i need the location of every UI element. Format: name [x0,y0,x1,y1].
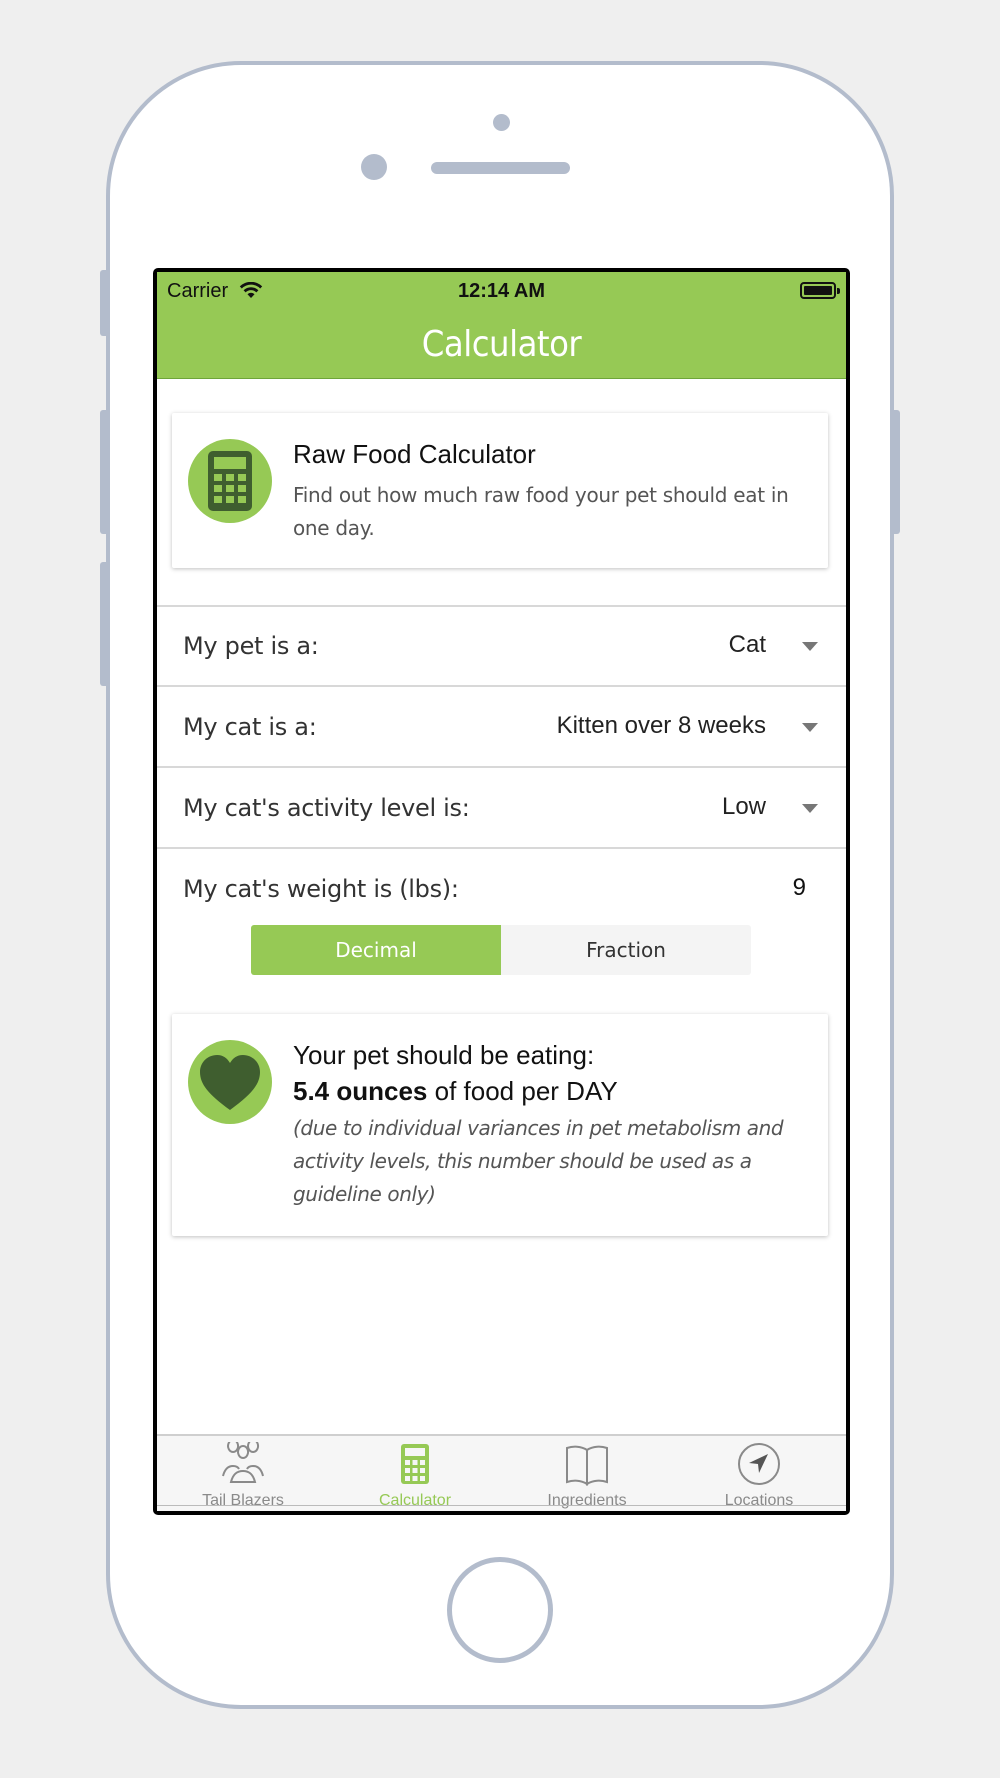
activity-level-value: Low [721,793,766,820]
weight-label: My cat's weight is (lbs): [183,875,459,903]
front-sensor [493,114,510,131]
intro-title: Raw Food Calculator [293,439,536,469]
heart-icon [188,1040,272,1124]
pet-type-select[interactable]: My pet is a: Cat [157,607,846,685]
result-card: Your pet should be eating: 5.4 ounces of… [172,1014,828,1236]
home-button[interactable] [447,1557,553,1663]
cat-age-select[interactable]: My cat is a: Kitten over 8 weeks [157,687,846,765]
tab-locations[interactable]: Locations [673,1436,845,1511]
calculator-icon [401,1444,429,1484]
intro-description: Find out how much raw food your pet shou… [293,483,789,540]
number-format-toggle: Decimal Fraction [251,925,751,975]
screen: Carrier 12:14 AM Calculator Raw Food Cal… [153,268,850,1515]
calculator-icon [188,439,272,523]
status-time: 12:14 AM [457,280,546,302]
cat-age-label: My cat is a: [183,713,317,741]
tab-ingredients[interactable]: Ingredients [501,1436,673,1511]
cat-age-value: Kitten over 8 weeks [556,712,766,739]
chevron-down-icon [802,804,818,813]
result-heading: Your pet should be eating: [293,1040,595,1070]
earpiece-speaker [431,162,570,174]
pet-type-label: My pet is a: [183,632,319,660]
compass-icon [738,1443,780,1485]
weight-input[interactable]: 9 [793,874,806,902]
tab-tail-blazers[interactable]: Tail Blazers [157,1436,329,1511]
volume-up-button [100,410,109,534]
tab-bar-bottom-edge [157,1505,846,1511]
mute-switch [100,270,109,336]
book-icon [566,1445,608,1486]
decimal-toggle-button[interactable]: Decimal [251,925,501,975]
activity-level-select[interactable]: My cat's activity level is: Low [157,768,846,846]
activity-level-label: My cat's activity level is: [183,794,470,822]
result-amount: 5.4 ounces [293,1076,428,1106]
chevron-down-icon [802,723,818,732]
volume-down-button [100,562,109,686]
divider [157,847,846,849]
app-screen: Carrier 12:14 AM Calculator Raw Food Cal… [157,272,846,1511]
page-title: Calculator [421,324,582,365]
front-camera [361,154,387,180]
tab-calculator[interactable]: Calculator [329,1436,501,1511]
power-button [891,410,900,534]
result-amount-suffix: of food per DAY [427,1076,618,1106]
users-icon [222,1442,264,1483]
battery-icon [800,282,840,299]
navigation-bar: Calculator [157,312,846,379]
chevron-down-icon [802,642,818,651]
status-bar: Carrier 12:14 AM [157,272,846,312]
result-amount-line: 5.4 ounces of food per DAY [293,1076,618,1107]
fraction-toggle-button[interactable]: Fraction [501,925,751,975]
intro-card: Raw Food Calculator Find out how much ra… [172,413,828,568]
result-disclaimer: (due to individual variances in pet meta… [293,1116,784,1206]
tab-bar: Tail Blazers Calculator Ingredients Loca… [157,1434,846,1511]
pet-type-value: Cat [728,631,766,658]
